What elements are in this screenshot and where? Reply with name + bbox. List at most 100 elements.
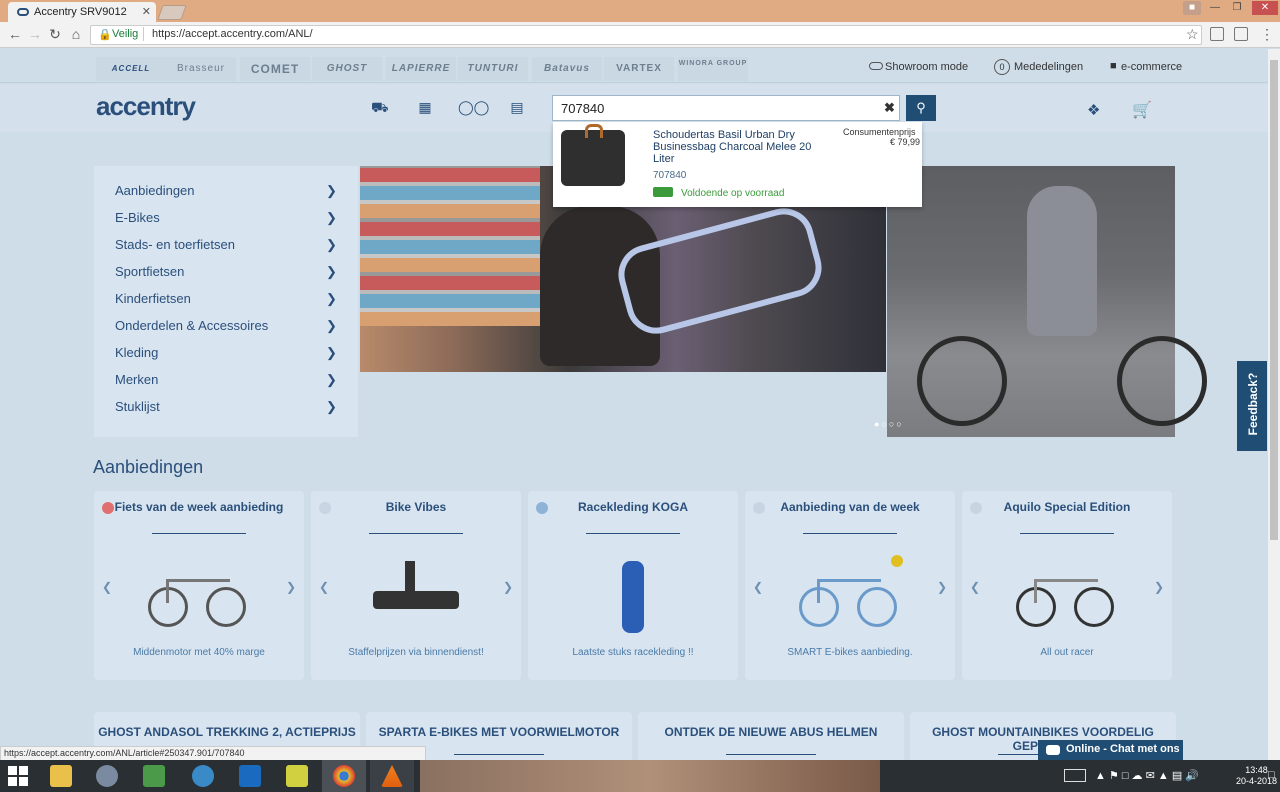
truck-icon[interactable]: ⛟ xyxy=(371,100,389,114)
card-title[interactable]: Fiets van de week aanbieding xyxy=(94,500,304,514)
card-caption: SMART E-bikes aanbieding. xyxy=(787,647,913,658)
search-button[interactable]: ⚲ xyxy=(906,95,936,121)
offer-card[interactable]: Racekleding KOGA Laatste stuks racekledi… xyxy=(528,491,738,680)
bookmark-star-icon[interactable]: ☆ xyxy=(1186,26,1199,43)
ecommerce-link[interactable]: e-commerce xyxy=(1121,61,1182,73)
chevron-right-icon: ❯ xyxy=(326,210,337,225)
brand-batavus[interactable]: Batavus xyxy=(532,57,602,81)
card-title[interactable]: Racekleding KOGA xyxy=(528,500,738,514)
showroom-link[interactable]: Showroom mode xyxy=(869,61,968,73)
system-tray-icons[interactable]: ▲ ⚑ □ ☁ ✉ ▲ ▤ 🔊 xyxy=(1095,769,1199,782)
sidebar-item-stuklijst[interactable]: Stuklijst xyxy=(115,399,160,414)
brand-ghost[interactable]: GHOST xyxy=(312,57,382,81)
chevron-right-icon[interactable]: ❯ xyxy=(503,580,513,594)
file-explorer-icon[interactable] xyxy=(50,765,72,787)
sidebar-item-e-bikes[interactable]: E-Bikes xyxy=(115,210,160,225)
paint-icon[interactable] xyxy=(96,765,118,787)
toy-blocks-image xyxy=(360,166,540,326)
search-suggestion[interactable]: Schoudertas Basil Urban Dry Businessbag … xyxy=(553,122,922,207)
notifications-icon[interactable]: □ xyxy=(1268,769,1275,781)
sidebar-item-onderdelen[interactable]: Onderdelen & Accessoires xyxy=(115,318,268,333)
reload-icon[interactable]: ↻ xyxy=(46,25,64,43)
brand-comet[interactable]: COMET xyxy=(240,57,310,81)
offer-card[interactable]: Aquilo Special Edition ❮ ❯ All out racer xyxy=(962,491,1172,680)
sidebar-item-stadsfietsen[interactable]: Stads- en toerfietsen xyxy=(115,237,235,252)
offer-card[interactable]: Aanbieding van de week ❮ ❯ SMART E-bikes… xyxy=(745,491,955,680)
offer-card[interactable]: Bike Vibes ❮ ❯ Staffelprijzen via binnen… xyxy=(311,491,521,680)
back-arrow-icon[interactable]: ← xyxy=(6,25,24,43)
newspaper-icon[interactable]: ▤ xyxy=(507,100,527,114)
url-text[interactable]: https://accept.accentry.com/ANL/ xyxy=(152,28,313,40)
card-title[interactable]: Aanbieding van de week xyxy=(745,500,955,514)
promo-title[interactable]: GHOST ANDASOL TREKKING 2, ACTIEPRIJS xyxy=(94,725,360,739)
chevron-left-icon[interactable]: ❮ xyxy=(753,580,763,594)
outlook-icon[interactable] xyxy=(239,765,261,787)
card-caption: Laatste stuks racekleding !! xyxy=(572,647,694,658)
bike-icon[interactable]: ◯◯ xyxy=(458,100,489,114)
showroom-label: Showroom mode xyxy=(885,61,969,73)
globe-icon[interactable] xyxy=(192,765,214,787)
card-divider xyxy=(369,533,463,534)
chevron-right-icon[interactable]: ❯ xyxy=(286,580,296,594)
calculator-icon[interactable]: ▦ xyxy=(417,100,433,114)
suggestion-name[interactable]: Schoudertas Basil Urban Dry Businessbag … xyxy=(653,129,825,165)
chevron-right-icon: ❯ xyxy=(326,345,337,360)
extension-icon[interactable] xyxy=(1234,27,1248,41)
sidebar-item-kinderfietsen[interactable]: Kinderfietsen xyxy=(115,291,191,306)
hero-banner-child-bike[interactable] xyxy=(887,166,1207,437)
sketch-app-icon[interactable] xyxy=(286,765,308,787)
chevron-left-icon[interactable]: ❮ xyxy=(319,580,329,594)
forward-arrow-icon[interactable]: → xyxy=(26,25,44,43)
brand-lapierre[interactable]: LAPIERRE xyxy=(386,57,456,81)
sidebar-item-sportfietsen[interactable]: Sportfietsen xyxy=(115,264,184,279)
feedback-tab[interactable]: Feedback? xyxy=(1237,361,1267,451)
chart-app-icon[interactable] xyxy=(143,765,165,787)
accentry-favicon-icon xyxy=(17,8,29,16)
accentry-logo[interactable]: accentry xyxy=(96,91,196,122)
sidebar-item-merken[interactable]: Merken xyxy=(115,372,158,387)
messages-link[interactable]: Mededelingen xyxy=(1014,61,1083,73)
sidebar-item-kleding[interactable]: Kleding xyxy=(115,345,158,360)
clear-search-icon[interactable]: ✖ xyxy=(884,100,895,116)
search-input[interactable] xyxy=(552,95,900,121)
brand-accell[interactable]: ACCELL xyxy=(96,57,166,81)
keyboard-icon[interactable] xyxy=(1064,769,1086,782)
menu-dots-icon[interactable]: ⋮ xyxy=(1258,25,1276,43)
card-caption: All out racer xyxy=(1040,647,1094,658)
camera-extension-icon[interactable] xyxy=(1210,27,1224,41)
window-close-icon[interactable]: ✕ xyxy=(1252,1,1278,15)
chevron-right-icon[interactable]: ❯ xyxy=(1154,580,1164,594)
chat-button[interactable]: Online - Chat met ons xyxy=(1038,740,1183,760)
maximize-icon[interactable]: ❐ xyxy=(1228,1,1246,15)
cart-icon[interactable]: 🛒 xyxy=(1132,100,1152,120)
promo-title[interactable]: SPARTA E-BIKES MET VOORWIELMOTOR xyxy=(366,725,632,739)
stock-status: Voldoende op voorraad xyxy=(681,188,785,199)
tab-close-icon[interactable]: ✕ xyxy=(142,5,151,18)
dropbox-icon[interactable]: ❖ xyxy=(1087,101,1100,119)
chevron-left-icon[interactable]: ❮ xyxy=(102,580,112,594)
brand-winora[interactable]: WINORA GROUP xyxy=(678,57,748,81)
promo-title[interactable]: ONTDEK DE NIEUWE ABUS HELMEN xyxy=(638,725,904,739)
offer-card[interactable]: Fiets van de week aanbieding ❮ ❯ Middenm… xyxy=(94,491,304,680)
card-title[interactable]: Aquilo Special Edition xyxy=(962,500,1172,514)
suggestion-code: 707840 xyxy=(653,170,687,181)
card-title[interactable]: Bike Vibes xyxy=(311,500,521,514)
chevron-right-icon: ❯ xyxy=(326,237,337,252)
brand-brasseur[interactable]: Brasseur xyxy=(166,57,236,81)
scrollbar-thumb[interactable] xyxy=(1270,60,1278,540)
chevron-left-icon[interactable]: ❮ xyxy=(970,580,980,594)
brand-tunturi[interactable]: TUNTURI xyxy=(458,57,528,81)
brand-vartex[interactable]: VARTEX xyxy=(604,57,674,81)
user-icon[interactable]: ■ xyxy=(1183,1,1201,15)
carousel-dots[interactable]: ●○○○ xyxy=(874,419,904,429)
home-icon[interactable]: ⌂ xyxy=(67,25,85,43)
browser-tab[interactable]: Accentry SRV9012 ✕ xyxy=(8,2,156,22)
promo-card[interactable]: ONTDEK DE NIEUWE ABUS HELMEN xyxy=(638,712,904,760)
hero-gap xyxy=(360,372,887,437)
sidebar-item-aanbiedingen[interactable]: Aanbiedingen xyxy=(115,183,195,198)
minimize-icon[interactable]: — xyxy=(1206,1,1224,15)
chevron-right-icon: ❯ xyxy=(326,399,337,414)
windows-start-icon[interactable] xyxy=(8,766,28,786)
chevron-right-icon[interactable]: ❯ xyxy=(937,580,947,594)
user-small-icon: ■ xyxy=(1110,60,1117,72)
